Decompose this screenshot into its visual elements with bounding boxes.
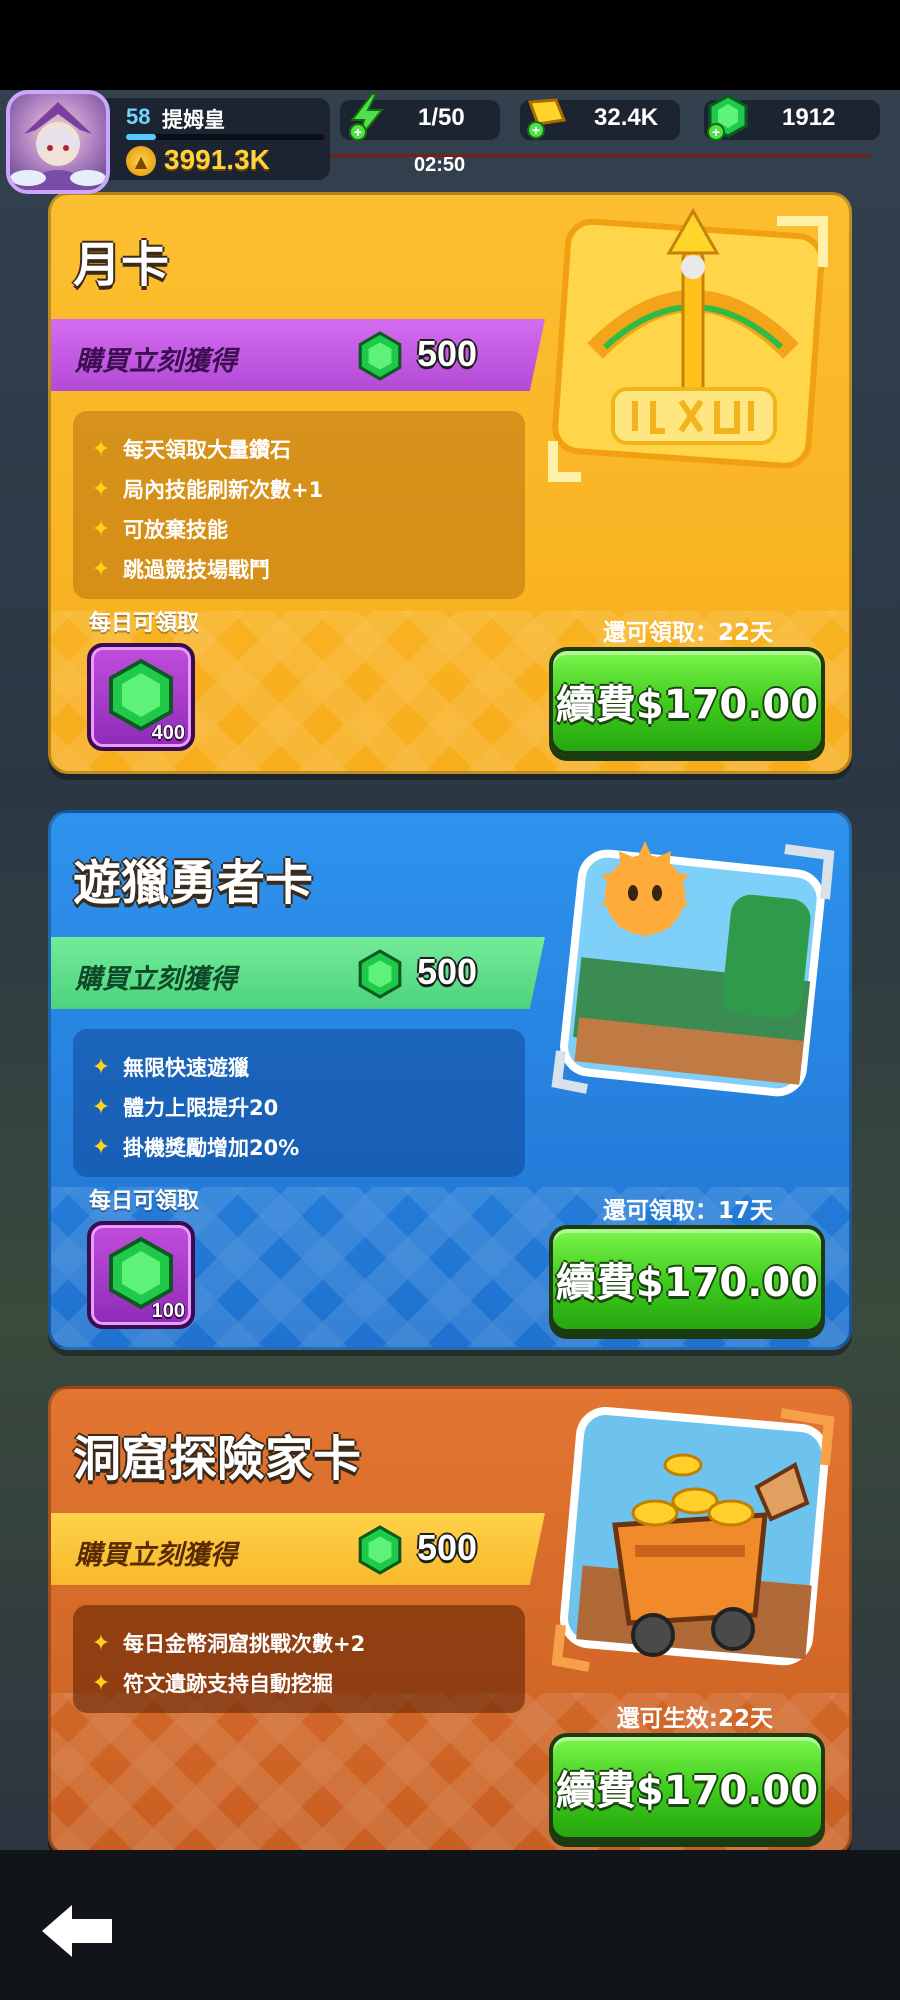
- gem-icon: [358, 949, 402, 999]
- top-hud: 58 提姆皇 ▲ 3991.3K + 1/50 02:50 + 32.4K + …: [0, 88, 900, 194]
- mine-cart-card-art: [545, 1395, 841, 1691]
- feature-item: ✦ 符文遺跡支持自動挖掘: [89, 1663, 509, 1703]
- renew-button-label: 續費$170.00: [555, 1260, 819, 1306]
- player-name: 提姆皇: [162, 109, 225, 132]
- days-remaining: 還可領取：17天: [602, 1198, 773, 1224]
- sun-landscape-icon: [551, 841, 835, 1097]
- days-remaining: 還可領取：22天: [602, 620, 773, 646]
- xp-bar: [126, 134, 324, 140]
- star-icon: ✦: [91, 476, 111, 502]
- ribbon-amount: 500: [417, 1527, 478, 1568]
- renew-button-label: 續費$170.00: [555, 1768, 819, 1814]
- renew-button[interactable]: 續費$170.00: [549, 647, 825, 755]
- purchase-reward-ribbon: 購買立刻獲得 500: [51, 319, 545, 391]
- feature-item: ✦ 每天領取大量鑽石: [89, 429, 509, 469]
- stamina-timer: 02:50: [414, 154, 466, 176]
- renew-button[interactable]: 續費$170.00: [549, 1225, 825, 1333]
- star-icon: ✦: [91, 436, 111, 462]
- cave-explorer-card: 洞窟探險家卡 購買立刻獲得 500 ✦ 每日金幣洞窟挑戰次數+2 ✦ 符文遺跡支持自…: [48, 1386, 852, 1856]
- renew-button-label: 續費$170.00: [555, 682, 819, 728]
- stamina-bolt-icon: +: [349, 93, 385, 141]
- power-value: 3991.3K: [164, 144, 270, 175]
- feature-item: ✦ 每日金幣洞窟挑戰次數+2: [89, 1623, 509, 1663]
- ribbon-amount: 500: [417, 951, 478, 992]
- gem-value: 1912: [782, 104, 836, 131]
- svg-text:+: +: [712, 124, 720, 140]
- daily-amount: 100: [151, 1300, 185, 1322]
- purchase-reward-ribbon: 購買立刻獲得 500: [51, 937, 545, 1009]
- sun-landscape-card-art: [545, 819, 841, 1115]
- daily-reward-item[interactable]: 100: [87, 1221, 195, 1329]
- card-title: 月卡: [73, 237, 170, 293]
- purchase-reward-ribbon: 購買立刻獲得 500: [51, 1513, 545, 1585]
- card-title: 遊獵勇者卡: [73, 855, 314, 911]
- gem-icon: +: [707, 94, 748, 141]
- status-bar-area: [0, 0, 900, 90]
- xp-bar-fill: [126, 134, 156, 140]
- bow-icon: [548, 207, 828, 482]
- svg-text:+: +: [532, 122, 540, 138]
- feature-item: ✦ 跳過競技場戰鬥: [89, 549, 509, 589]
- player-level: 58: [126, 104, 151, 129]
- safari-hero-card: 遊獵勇者卡 購買立刻獲得 500 ✦ 無限快速遊獵 ✦ 體力上限提升20 ✦ 掛機獎勵…: [48, 810, 852, 1350]
- star-icon: ✦: [91, 1670, 111, 1696]
- feature-list: ✦ 無限快速遊獵 ✦ 體力上限提升20 ✦ 掛機獎勵增加20%: [73, 1029, 525, 1177]
- ribbon-label: 購買立刻獲得: [75, 964, 237, 995]
- star-icon: ✦: [91, 516, 111, 542]
- feature-item: ✦ 無限快速遊獵: [89, 1047, 509, 1087]
- star-icon: ✦: [91, 556, 111, 582]
- mine-cart-icon: [551, 1407, 835, 1672]
- feature-item: ✦ 局內技能刷新次數+1: [89, 469, 509, 509]
- player-avatar[interactable]: [6, 90, 110, 194]
- daily-amount: 400: [151, 722, 185, 744]
- daily-label: 每日可領取: [89, 611, 200, 636]
- ribbon-label: 購買立刻獲得: [75, 1540, 237, 1571]
- bow-and-arrow-card-art: [545, 201, 841, 497]
- feature-item: ✦ 體力上限提升20: [89, 1087, 509, 1127]
- feature-item: ✦ 可放棄技能: [89, 509, 509, 549]
- monthly-card: 月卡 購買立刻獲得 500 ✦ 每天領取大量鑽石 ✦ 局內技能刷新次數+1 ✦ 可放棄…: [48, 192, 852, 774]
- back-arrow-icon: [42, 1905, 112, 1957]
- ribbon-label: 購買立刻獲得: [75, 346, 237, 377]
- ribbon-amount: 500: [417, 333, 478, 374]
- back-button[interactable]: [36, 1898, 120, 1964]
- feature-item: ✦ 掛機獎勵增加20%: [89, 1127, 509, 1167]
- star-icon: ✦: [91, 1630, 111, 1656]
- gold-coin-icon: +: [527, 98, 567, 139]
- star-icon: ✦: [91, 1054, 111, 1080]
- star-icon: ✦: [91, 1094, 111, 1120]
- svg-text:+: +: [354, 124, 362, 140]
- divider: [330, 154, 870, 157]
- daily-reward-item[interactable]: 400: [87, 643, 195, 751]
- avatar-portrait-icon: [10, 102, 106, 190]
- feature-list: ✦ 每日金幣洞窟挑戰次數+2 ✦ 符文遺跡支持自動挖掘: [73, 1605, 525, 1713]
- feature-list: ✦ 每天領取大量鑽石 ✦ 局內技能刷新次數+1 ✦ 可放棄技能 ✦ 跳過競技場戰鬥: [73, 411, 525, 599]
- power-icon: ▲: [126, 146, 156, 176]
- gem-icon: [358, 331, 402, 381]
- bottom-navigation-bar: [0, 1850, 900, 2000]
- card-title: 洞窟探險家卡: [73, 1431, 362, 1487]
- gold-value: 32.4K: [594, 104, 659, 131]
- daily-label: 每日可領取: [89, 1189, 200, 1214]
- gem-icon: [358, 1525, 402, 1575]
- days-remaining: 還可生效:22天: [616, 1706, 773, 1732]
- star-icon: ✦: [91, 1134, 111, 1160]
- stamina-value: 1/50: [418, 104, 465, 131]
- renew-button[interactable]: 續費$170.00: [549, 1733, 825, 1841]
